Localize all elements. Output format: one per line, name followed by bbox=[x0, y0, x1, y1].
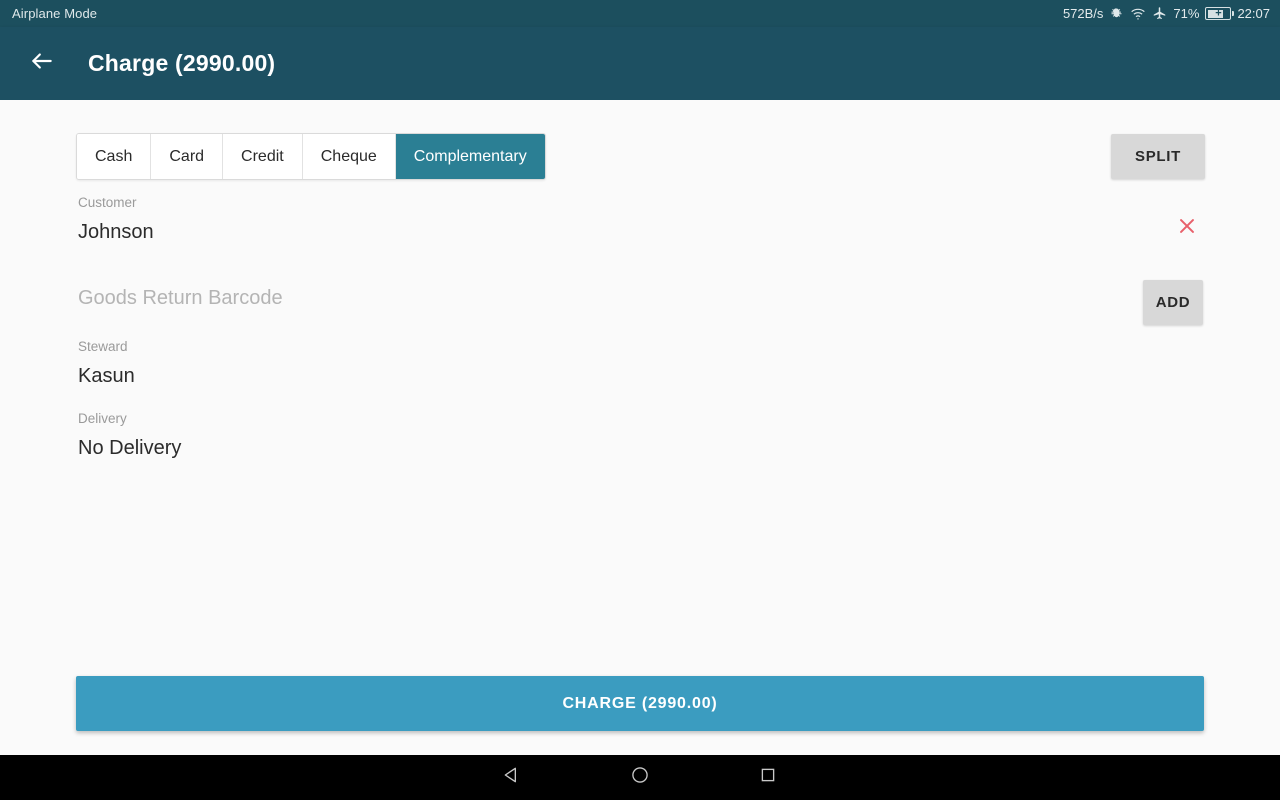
split-button[interactable]: SPLIT bbox=[1111, 134, 1205, 179]
arrow-left-icon bbox=[29, 48, 55, 79]
customer-value: Johnson bbox=[78, 220, 154, 243]
battery-percent-label: 71% bbox=[1173, 6, 1200, 21]
tab-complementary[interactable]: Complementary bbox=[395, 134, 545, 179]
app-bar: Charge (2990.00) bbox=[0, 27, 1280, 100]
tab-card[interactable]: Card bbox=[151, 134, 224, 179]
customer-label: Customer bbox=[78, 195, 137, 210]
circle-home-icon bbox=[630, 765, 650, 790]
nav-home-button[interactable] bbox=[616, 755, 664, 800]
close-x-icon bbox=[1176, 215, 1198, 242]
network-rate-label: 572B/s bbox=[1062, 6, 1104, 21]
nav-back-button[interactable] bbox=[488, 755, 536, 800]
payment-method-row: Cash Card Credit Cheque Complementary SP… bbox=[0, 133, 1280, 180]
steward-field[interactable]: Steward Kasun bbox=[78, 340, 1208, 386]
goods-return-barcode-field[interactable]: Goods Return Barcode bbox=[78, 288, 1208, 308]
status-bar-right: 572B/s 71% + 22:07 bbox=[1063, 6, 1270, 21]
status-bar-left: Airplane Mode bbox=[12, 6, 97, 21]
tab-cash[interactable]: Cash bbox=[77, 134, 152, 179]
delivery-field[interactable]: Delivery No Delivery bbox=[78, 412, 1208, 458]
nav-recents-button[interactable] bbox=[744, 755, 792, 800]
goods-return-barcode-placeholder: Goods Return Barcode bbox=[78, 287, 283, 309]
airplane-mode-label: Airplane Mode bbox=[12, 6, 98, 21]
bug-icon bbox=[1109, 6, 1124, 21]
charge-button[interactable]: CHARGE (2990.00) bbox=[76, 676, 1204, 731]
app-screen: Airplane Mode 572B/s 71% + 22:07 Charge … bbox=[0, 0, 1280, 800]
triangle-back-icon bbox=[502, 765, 522, 790]
customer-field[interactable]: Customer Johnson bbox=[78, 196, 1208, 242]
tab-credit[interactable]: Credit bbox=[223, 134, 303, 179]
content-area: Cash Card Credit Cheque Complementary SP… bbox=[0, 100, 1280, 755]
payment-method-tabs: Cash Card Credit Cheque Complementary bbox=[76, 133, 546, 180]
steward-value: Kasun bbox=[78, 364, 135, 387]
airplane-icon bbox=[1152, 6, 1167, 21]
wifi-icon bbox=[1130, 7, 1146, 21]
back-button[interactable] bbox=[14, 36, 70, 92]
add-button-wrap: ADD bbox=[1143, 280, 1203, 325]
clear-customer-button[interactable] bbox=[1172, 213, 1202, 243]
square-recents-icon bbox=[759, 766, 777, 789]
battery-charging-icon: + bbox=[1205, 7, 1235, 20]
delivery-value: No Delivery bbox=[78, 436, 182, 459]
page-title: Charge (2990.00) bbox=[88, 50, 276, 76]
android-status-bar: Airplane Mode 572B/s 71% + 22:07 bbox=[0, 0, 1280, 27]
clock-label: 22:07 bbox=[1237, 6, 1270, 21]
tab-cheque[interactable]: Cheque bbox=[302, 134, 396, 179]
add-button[interactable]: ADD bbox=[1143, 280, 1203, 325]
delivery-label: Delivery bbox=[78, 411, 127, 426]
android-nav-bar bbox=[0, 755, 1280, 800]
steward-label: Steward bbox=[78, 339, 128, 354]
